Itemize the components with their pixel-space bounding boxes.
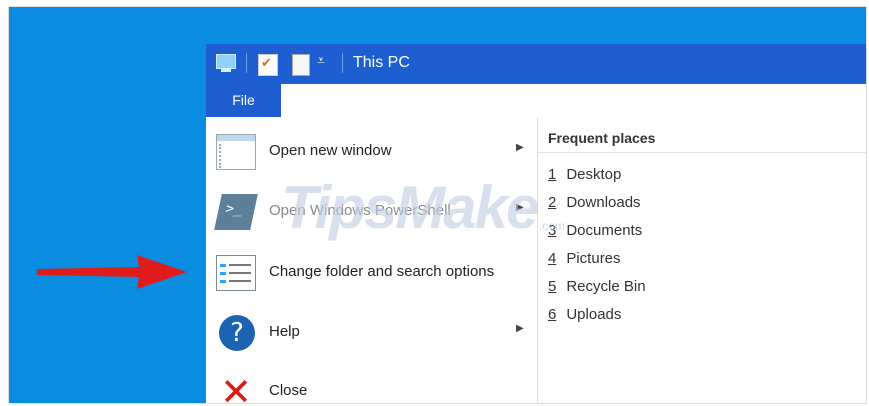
item-number: 4 (548, 250, 557, 267)
new-folder-icon[interactable] (292, 54, 310, 76)
desktop-screenshot: ⩡ This PC File Open new window ▶ Open Wi… (8, 6, 867, 404)
frequent-place-item[interactable]: 6 Uploads (548, 306, 621, 323)
title-bar: ⩡ This PC (206, 44, 866, 84)
submenu-arrow-icon: ▶ (516, 323, 524, 334)
watermark-suffix: .com (539, 219, 566, 233)
new-window-icon (216, 134, 256, 170)
menu-item-label: Open new window (269, 142, 392, 159)
menu-item-close[interactable]: ✕ Close (206, 362, 537, 404)
item-number: 6 (548, 306, 557, 323)
frequent-place-item[interactable]: 4 Pictures (548, 250, 621, 267)
ribbon-tabs: File (206, 84, 866, 117)
file-menu-commands: Open new window ▶ Open Windows PowerShel… (206, 117, 538, 404)
menu-item-help[interactable]: ? Help ▶ (206, 303, 537, 363)
quick-access-separator (246, 53, 247, 73)
customize-quick-access-dropdown-icon[interactable]: ⩡ (317, 52, 325, 69)
frequent-places-pane: Frequent places 1 Desktop 2 Downloads 3 Doc… (538, 117, 866, 403)
item-label: Downloads (566, 194, 641, 211)
menu-item-label: Help (269, 323, 300, 340)
folder-options-icon (216, 255, 256, 291)
powershell-icon (214, 194, 258, 230)
item-label: Pictures (566, 250, 621, 267)
help-icon: ? (219, 315, 255, 351)
frequent-place-item[interactable]: 1 Desktop (548, 166, 621, 183)
menu-item-change-folder-options[interactable]: Change folder and search options (206, 243, 537, 303)
watermark-logo: TipsMake (281, 174, 539, 241)
item-label: Desktop (566, 166, 622, 183)
title-separator (342, 53, 343, 73)
header-divider (538, 152, 866, 153)
menu-item-label: Close (269, 382, 308, 399)
menu-item-label: Change folder and search options (269, 263, 495, 280)
file-menu: Open new window ▶ Open Windows PowerShel… (206, 117, 866, 404)
submenu-arrow-icon: ▶ (516, 142, 524, 153)
close-icon: ✕ (220, 370, 252, 404)
file-tab[interactable]: File (206, 84, 281, 117)
window-title: This PC (353, 54, 410, 71)
item-number: 2 (548, 194, 557, 211)
item-label: Uploads (566, 306, 622, 323)
item-number: 5 (548, 278, 557, 295)
frequent-place-item[interactable]: 5 Recycle Bin (548, 278, 646, 295)
item-label: Recycle Bin (566, 278, 646, 295)
frequent-place-item[interactable]: 2 Downloads (548, 194, 641, 211)
frequent-places-header: Frequent places (548, 130, 656, 146)
properties-icon[interactable] (258, 54, 278, 76)
this-pc-icon (216, 54, 236, 72)
item-number: 1 (548, 166, 557, 183)
item-label: Documents (566, 222, 643, 239)
red-arrow-icon (37, 255, 187, 289)
